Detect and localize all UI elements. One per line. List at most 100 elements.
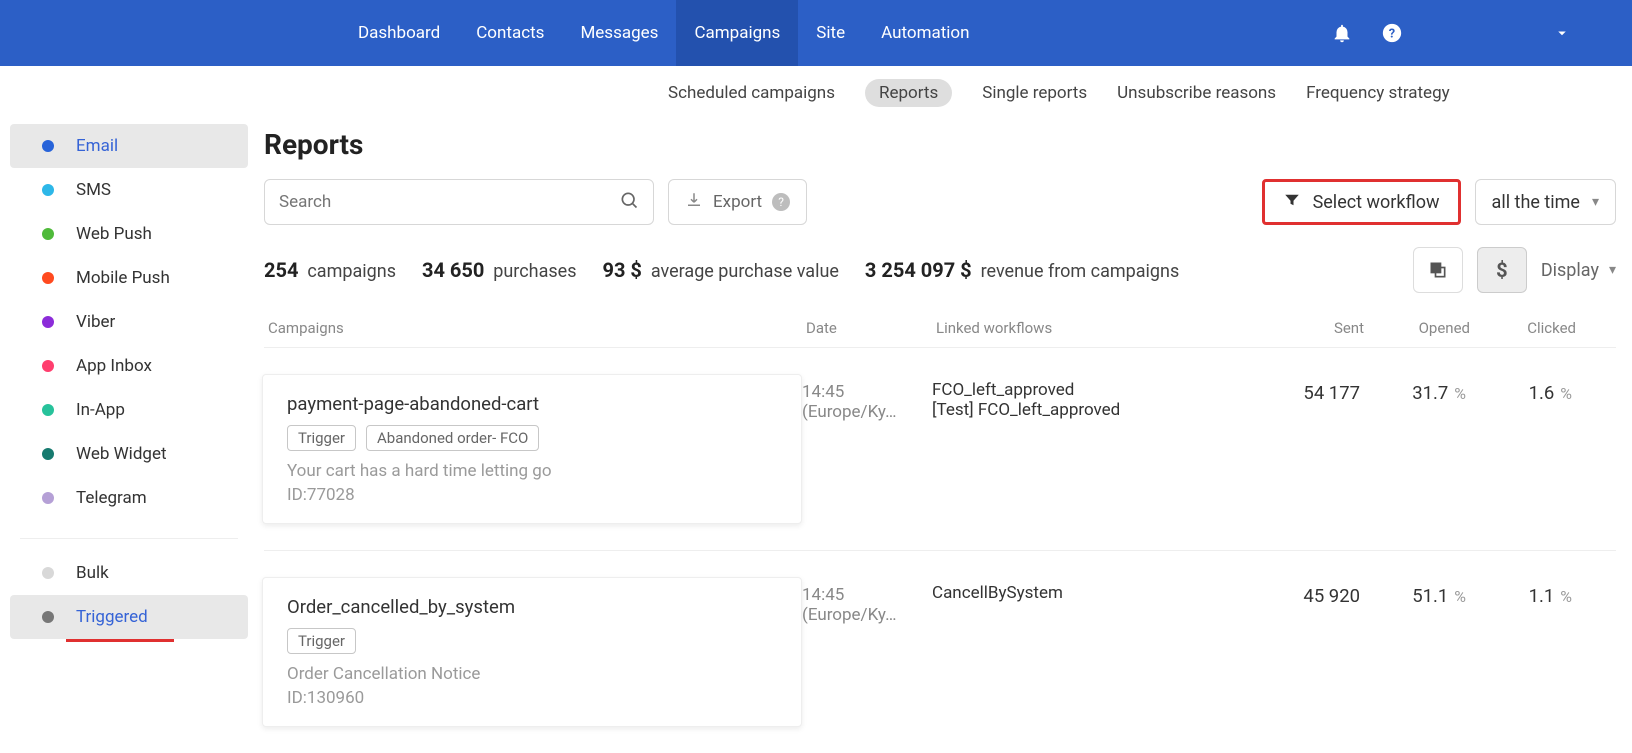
th-linked: Linked workflows <box>936 319 1258 337</box>
campaign-tags: Trigger Abandoned order- FCO <box>287 425 777 451</box>
campaign-subject: Order Cancellation Notice <box>287 664 777 684</box>
sidebar-item-viber[interactable]: Viber <box>10 300 248 344</box>
chevron-down-icon: ▾ <box>1609 262 1616 278</box>
active-underline <box>66 639 174 642</box>
nav-contacts[interactable]: Contacts <box>458 0 562 66</box>
th-campaigns: Campaigns <box>268 319 806 337</box>
sidebar-item-label: In-App <box>76 400 125 420</box>
cell-date: 14:45 (Europe/Ky… <box>802 374 932 524</box>
stats-row: 254 campaigns 34 650 purchases 93 $ aver… <box>264 247 1616 293</box>
sidebar-item-webpush[interactable]: Web Push <box>10 212 248 256</box>
sidebar-item-email[interactable]: Email <box>10 124 248 168</box>
download-icon <box>685 191 703 214</box>
th-sent: Sent <box>1258 319 1364 337</box>
sidebar-item-triggered[interactable]: Triggered <box>10 595 248 639</box>
dollar-icon: $ <box>1496 258 1507 282</box>
sidebar-item-webwidget[interactable]: Web Widget <box>10 432 248 476</box>
sidebar-item-label: Viber <box>76 312 115 332</box>
cell-sent: 45 920 <box>1254 577 1360 727</box>
dot-icon <box>42 611 54 623</box>
display-label: Display <box>1541 260 1599 281</box>
nav-automation[interactable]: Automation <box>863 0 987 66</box>
campaign-tags: Trigger <box>287 628 777 654</box>
copy-button[interactable] <box>1413 247 1463 293</box>
stat-avg: 93 $ average purchase value <box>603 258 839 282</box>
campaign-tag: Abandoned order- FCO <box>366 425 539 451</box>
toolbar: Export ? Select workflow all the time ▾ <box>264 179 1616 225</box>
sidebar-divider <box>20 538 238 539</box>
campaign-id: ID:130960 <box>287 688 777 708</box>
campaign-name: payment-page-abandoned-cart <box>287 393 777 415</box>
select-workflow-label: Select workflow <box>1313 192 1440 213</box>
campaign-tag: Trigger <box>287 628 356 654</box>
cell-workflows: CancellBySystem <box>932 577 1254 727</box>
search-input[interactable] <box>279 192 619 212</box>
dot-icon <box>42 140 54 152</box>
table-header: Campaigns Date Linked workflows Sent Ope… <box>264 319 1616 347</box>
subnav-scheduled[interactable]: Scheduled campaigns <box>668 83 835 103</box>
sidebar-item-label: SMS <box>76 180 111 200</box>
sub-nav: Scheduled campaigns Reports Single repor… <box>0 66 1632 114</box>
sidebar-item-label: Email <box>76 136 118 156</box>
sidebar-item-label: Telegram <box>76 488 147 508</box>
cell-opened: 31.7 % <box>1360 374 1466 524</box>
select-workflow-button[interactable]: Select workflow <box>1262 179 1461 225</box>
currency-toggle-button[interactable]: $ <box>1477 247 1527 293</box>
dot-icon <box>42 228 54 240</box>
subnav-single[interactable]: Single reports <box>982 83 1087 103</box>
dot-icon <box>42 360 54 372</box>
dot-icon <box>42 404 54 416</box>
page-title: Reports <box>264 128 1616 161</box>
campaign-card[interactable]: payment-page-abandoned-cart Trigger Aban… <box>262 374 802 524</box>
nav-campaigns[interactable]: Campaigns <box>676 0 798 66</box>
search-box[interactable] <box>264 179 654 225</box>
subnav-reports[interactable]: Reports <box>865 79 952 107</box>
campaign-subject: Your cart has a hard time letting go <box>287 461 777 481</box>
bell-icon[interactable] <box>1322 13 1362 53</box>
campaign-tag: Trigger <box>287 425 356 451</box>
table-row[interactable]: payment-page-abandoned-cart Trigger Aban… <box>264 347 1616 550</box>
cell-date: 14:45 (Europe/Ky… <box>802 577 932 727</box>
sidebar-item-label: Web Widget <box>76 444 167 464</box>
sidebar-item-label: Web Push <box>76 224 152 244</box>
sidebar-item-appinbox[interactable]: App Inbox <box>10 344 248 388</box>
nav-messages[interactable]: Messages <box>562 0 676 66</box>
help-icon[interactable]: ? <box>1372 13 1412 53</box>
sidebar-item-inapp[interactable]: In-App <box>10 388 248 432</box>
display-dropdown[interactable]: Display ▾ <box>1541 260 1616 281</box>
help-hint-icon: ? <box>772 193 790 211</box>
campaign-name: Order_cancelled_by_system <box>287 596 777 618</box>
sidebar-item-label: Bulk <box>76 563 109 583</box>
stat-revenue: 3 254 097 $ revenue from campaigns <box>865 258 1179 282</box>
export-label: Export <box>713 192 762 212</box>
subnav-frequency[interactable]: Frequency strategy <box>1306 83 1450 103</box>
sidebar-item-label: Mobile Push <box>76 268 170 288</box>
campaign-card[interactable]: Order_cancelled_by_system Trigger Order … <box>262 577 802 727</box>
cell-clicked: 1.6 % <box>1466 374 1572 524</box>
sidebar-item-mobilepush[interactable]: Mobile Push <box>10 256 248 300</box>
sidebar-item-label: Triggered <box>76 607 148 627</box>
dot-icon <box>42 316 54 328</box>
cell-sent: 54 177 <box>1254 374 1360 524</box>
nav-site[interactable]: Site <box>798 0 863 66</box>
campaign-id: ID:77028 <box>287 485 777 505</box>
export-button[interactable]: Export ? <box>668 179 807 225</box>
sidebar-item-bulk[interactable]: Bulk <box>10 551 248 595</box>
top-nav-items: Dashboard Contacts Messages Campaigns Si… <box>340 0 988 66</box>
nav-dashboard[interactable]: Dashboard <box>340 0 458 66</box>
stat-purchases: 34 650 purchases <box>422 258 577 282</box>
dot-icon <box>42 184 54 196</box>
th-clicked: Clicked <box>1470 319 1576 337</box>
sidebar-item-telegram[interactable]: Telegram <box>10 476 248 520</box>
table-row[interactable]: Order_cancelled_by_system Trigger Order … <box>264 550 1616 753</box>
timerange-dropdown[interactable]: all the time ▾ <box>1475 179 1616 225</box>
account-menu[interactable] <box>1532 13 1592 53</box>
timerange-label: all the time <box>1492 192 1580 213</box>
dot-icon <box>42 492 54 504</box>
cell-workflows: FCO_left_approved [Test] FCO_left_approv… <box>932 374 1254 524</box>
sidebar: Email SMS Web Push Mobile Push Viber App… <box>10 124 248 753</box>
subnav-unsubscribe[interactable]: Unsubscribe reasons <box>1117 83 1276 103</box>
sidebar-item-sms[interactable]: SMS <box>10 168 248 212</box>
th-date: Date <box>806 319 936 337</box>
main-content: Reports Export ? Select workflow <box>264 124 1632 753</box>
